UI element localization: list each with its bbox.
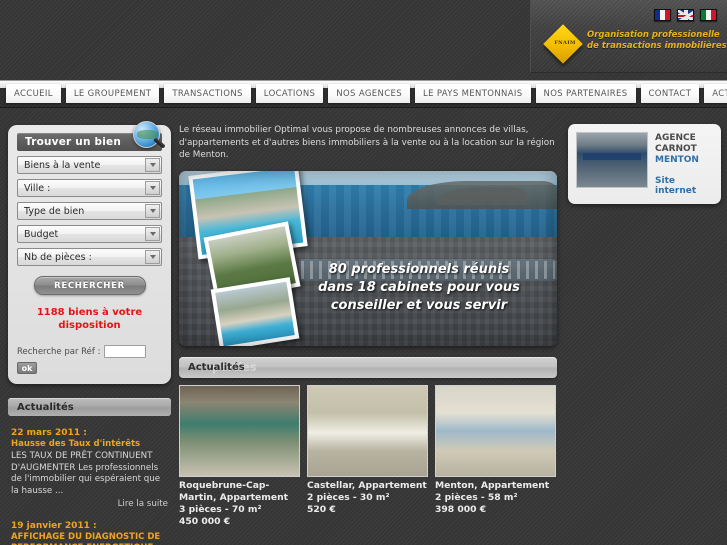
news-item-headline: AFFICHAGE DU DIAGNOSTIC DE PERFORMANCE E… xyxy=(11,532,161,545)
reference-search-label: Recherche par Réf : xyxy=(17,346,101,357)
fnaim-tagline-line1: Organisation professionelle xyxy=(587,30,720,40)
banner-overlay-line1: 80 professionnels réunis xyxy=(328,261,510,277)
search-field-property-type-value: Type de bien xyxy=(24,205,85,217)
search-field-rooms[interactable]: Nb de pièces : xyxy=(17,248,162,266)
search-field-city-value: Ville : xyxy=(24,182,51,194)
available-properties-count: 1188 biens à votre disposition xyxy=(17,306,162,332)
language-flag-list xyxy=(654,9,717,21)
property-thumbnail xyxy=(307,384,428,477)
search-field-budget-value: Budget xyxy=(24,228,59,240)
reference-search-ok-button[interactable]: ok xyxy=(17,362,37,374)
search-field-rooms-value: Nb de pièces : xyxy=(24,251,92,263)
news-item[interactable]: 19 janvier 2011 : AFFICHAGE DU DIAGNOSTI… xyxy=(11,521,168,545)
nav-item-le-groupement[interactable]: LE GROUPEMENT xyxy=(65,84,160,103)
nav-item-actualites[interactable]: ACTUALITES xyxy=(704,84,727,103)
property-search-panel: Trouver un bien Biens à la vente Ville :… xyxy=(8,121,171,384)
banner-photo-poolside xyxy=(210,276,300,346)
property-thumbnail xyxy=(435,384,556,477)
right-sidebar: AGENCE CARNOT MENTON Site internet xyxy=(568,124,721,204)
intro-paragraph: Le réseau immobilier Optimal vous propos… xyxy=(179,125,555,160)
main-navigation: ACCUEIL LE GROUPEMENT TRANSACTIONS LOCAT… xyxy=(0,80,727,108)
property-detail: 3 pièces - 70 m² xyxy=(179,503,262,515)
chevron-down-icon[interactable] xyxy=(145,250,160,264)
property-price: 398 000 € xyxy=(435,503,487,515)
news-item-read-more-link[interactable]: Lire la suite xyxy=(11,499,168,509)
search-field-budget[interactable]: Budget xyxy=(17,225,162,243)
news-item-headline: Hausse des Taux d'intérêts xyxy=(11,439,141,449)
fnaim-tagline-line2: de transactions immobilières xyxy=(587,41,727,51)
news-panel: Actualités 22 mars 2011 : Hausse des Tau… xyxy=(8,398,171,545)
news-panel-title: Actualités xyxy=(8,398,171,416)
nav-item-le-pays-mentonnais[interactable]: LE PAYS MENTONNAIS xyxy=(414,84,531,103)
nav-item-nos-agences[interactable]: NOS AGENCES xyxy=(328,84,410,103)
agency-card[interactable]: AGENCE CARNOT MENTON Site internet xyxy=(568,124,721,204)
agency-website-link[interactable]: Site internet xyxy=(655,176,713,196)
chevron-down-icon[interactable] xyxy=(145,227,160,241)
nav-item-contact[interactable]: CONTACT xyxy=(640,84,700,103)
property-card[interactable]: Roquebrune-Cap-Martin, Appartement 3 piè… xyxy=(179,384,300,528)
chevron-down-icon[interactable] xyxy=(145,204,160,218)
search-field-property-type[interactable]: Type de bien xyxy=(17,202,162,220)
flag-france-icon[interactable] xyxy=(654,9,671,21)
nav-item-accueil[interactable]: ACCUEIL xyxy=(6,84,61,103)
nav-item-transactions[interactable]: TRANSACTIONS xyxy=(164,84,251,103)
reference-search-row: Recherche par Réf : xyxy=(17,345,162,358)
property-thumbnail xyxy=(179,384,300,477)
property-card[interactable]: Menton, Appartement 2 pièces - 58 m² 398… xyxy=(435,384,556,528)
news-item[interactable]: 22 mars 2011 : Hausse des Taux d'intérêt… xyxy=(11,428,168,509)
banner-overlay-line2: dans 18 cabinets pour vous xyxy=(318,279,520,295)
news-item-body: LES TAUX DE PRÊT CONTINUENT D'AUGMENTER … xyxy=(11,451,161,496)
property-price: 520 € xyxy=(307,503,336,515)
count-line-1: 1188 biens à votre xyxy=(36,307,143,318)
property-detail: 2 pièces - 30 m² xyxy=(307,491,390,503)
agency-name-line2: CARNOT xyxy=(655,144,697,154)
flag-italy-icon[interactable] xyxy=(700,9,717,21)
property-location: Castellar, Appartement xyxy=(307,479,427,491)
chevron-down-icon[interactable] xyxy=(145,181,160,195)
fnaim-diamond-logo-icon: FNAIM xyxy=(543,24,585,66)
properties-header-title: Actualités xyxy=(188,361,245,373)
fnaim-logo-label: FNAIM xyxy=(554,40,576,46)
search-field-transaction-type[interactable]: Biens à la vente xyxy=(17,156,162,174)
flag-uk-icon[interactable] xyxy=(677,9,694,21)
property-price: 450 000 € xyxy=(179,515,231,527)
property-detail: 2 pièces - 58 m² xyxy=(435,491,518,503)
fnaim-tagline: Organisation professionelle de transacti… xyxy=(587,30,727,52)
count-line-2: disposition xyxy=(58,320,121,331)
property-location: Roquebrune-Cap-Martin, Appartement xyxy=(179,479,288,503)
search-submit-button[interactable]: RECHERCHER xyxy=(33,276,146,295)
agency-city: MENTON xyxy=(655,155,699,165)
hero-banner[interactable]: 80 professionnels réunis dans 18 cabinet… xyxy=(179,170,557,346)
properties-section-header: perties Actualités xyxy=(179,356,557,378)
property-card[interactable]: Castellar, Appartement 2 pièces - 30 m² … xyxy=(307,384,428,528)
search-field-transaction-type-value: Biens à la vente xyxy=(24,159,101,171)
agency-name-line1: AGENCE xyxy=(655,133,696,143)
nav-item-locations[interactable]: LOCATIONS xyxy=(255,84,324,103)
agency-storefront-photo xyxy=(576,132,648,188)
property-location: Menton, Appartement xyxy=(435,479,550,491)
site-header: FNAIM Organisation professionelle de tra… xyxy=(0,0,727,80)
news-item-date: 22 mars 2011 : xyxy=(11,428,87,438)
main-content: Le réseau immobilier Optimal vous propos… xyxy=(179,124,559,528)
chevron-down-icon[interactable] xyxy=(145,158,160,172)
fnaim-banner: FNAIM Organisation professionelle de tra… xyxy=(530,0,727,73)
nav-item-nos-partenaires[interactable]: NOS PARTENAIRES xyxy=(535,84,636,103)
banner-overlay-line3: conseiller et vous servir xyxy=(330,297,508,313)
banner-overlay-text: 80 professionnels réunis dans 18 cabinet… xyxy=(295,261,543,315)
search-field-city[interactable]: Ville : xyxy=(17,179,162,197)
properties-section: perties Actualités Roquebrune-Cap-Martin… xyxy=(179,356,557,528)
news-item-date: 19 janvier 2011 : xyxy=(11,521,97,531)
left-sidebar: Trouver un bien Biens à la vente Ville :… xyxy=(8,121,171,545)
globe-search-icon xyxy=(133,121,167,155)
reference-search-input[interactable] xyxy=(104,345,147,358)
